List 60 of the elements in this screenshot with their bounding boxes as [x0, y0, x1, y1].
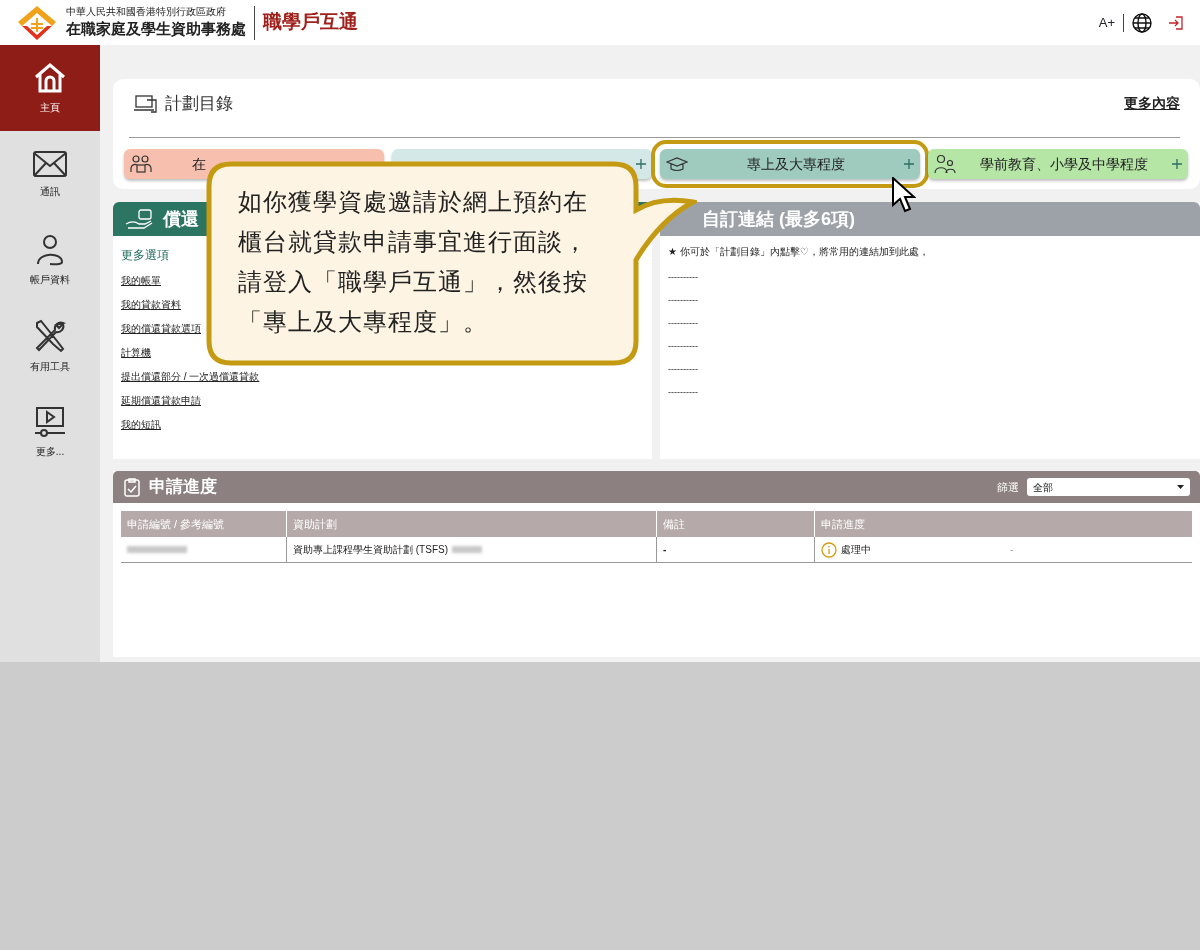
empty-link-slot: ----------	[668, 388, 1200, 397]
tools-icon	[33, 318, 67, 353]
info-icon	[821, 541, 837, 558]
section-heading: 更多選項	[121, 247, 169, 264]
status-text: 處理中	[841, 543, 871, 557]
home-icon	[33, 61, 67, 94]
section-title: 計劃目錄	[165, 93, 233, 115]
application-progress-header: 申請進度 篩選 全部	[113, 471, 1200, 503]
sidebar-item[interactable]: 帳戶資料	[0, 217, 100, 303]
plus-icon	[636, 159, 646, 169]
menu-link[interactable]: 計算機	[121, 345, 151, 360]
menu-link[interactable]: 我的償還貸款選項	[121, 321, 201, 336]
column-header: 申請編號 / 參考編號	[126, 516, 226, 532]
empty-link-slot: ----------	[668, 319, 1200, 328]
category-button[interactable]: 學前教育、小學及中學程度	[928, 149, 1188, 179]
hint-text: ★ 你可於「計劃目錄」內點擊♡，將常用的連結加到此處，	[668, 245, 930, 259]
redacted-text	[127, 546, 187, 553]
table-cell-text: 資助專上課程學生資助計劃 (TSFS)	[293, 543, 448, 557]
hand-money-icon	[125, 208, 155, 230]
sidebar-item[interactable]: 有用工具	[0, 303, 100, 389]
menu-link[interactable]: 提出償還部分 / 一次過償還貸款	[121, 369, 260, 384]
filter-dropdown[interactable]: 全部	[1027, 478, 1190, 496]
more-content-link[interactable]: 更多內容	[1124, 93, 1180, 115]
logout-icon[interactable]	[1168, 14, 1184, 31]
empty-link-slot: ----------	[668, 273, 1200, 282]
column-header: 申請進度	[814, 511, 1192, 537]
table-cell-text: -	[663, 543, 667, 557]
filter-label: 篩選	[997, 479, 1019, 495]
column-header: 備註	[656, 511, 814, 537]
menu-link[interactable]: 我的短訊	[121, 417, 161, 432]
empty-link-slot: ----------	[668, 342, 1200, 351]
portal-name: 職學戶互通	[263, 10, 358, 35]
video-icon	[33, 405, 67, 438]
graduation-cap-icon	[666, 156, 688, 172]
language-icon[interactable]	[1132, 12, 1152, 33]
clipboard-icon	[123, 477, 141, 497]
sidebar-item[interactable]: 更多...	[0, 389, 100, 475]
person-icon	[35, 233, 65, 266]
family-icon	[130, 154, 152, 174]
logo-icon	[16, 3, 58, 42]
empty-link-slot: ----------	[668, 296, 1200, 305]
menu-link[interactable]: 我的帳單	[121, 273, 161, 288]
redacted-text	[452, 546, 482, 553]
table-cell-text: -	[1010, 543, 1014, 557]
plus-icon	[1172, 159, 1182, 169]
caret-icon	[1177, 485, 1184, 489]
column-header: 資助計劃	[286, 511, 656, 537]
menu-link[interactable]: 我的貸款資料	[121, 297, 181, 312]
envelope-icon	[32, 149, 68, 178]
sidebar-item[interactable]: 通訊	[0, 131, 100, 217]
sidebar-item[interactable]: 主頁	[0, 45, 100, 131]
menu-link[interactable]: 延期償還貸款申請	[121, 393, 201, 408]
department-name: 在職家庭及學生資助事務處	[66, 21, 246, 38]
plus-icon	[904, 159, 914, 169]
custom-links-header: 自訂連結 (最多6項)	[660, 202, 1200, 236]
font-size-button[interactable]: A+	[1098, 12, 1115, 33]
laptop-icon	[133, 93, 157, 114]
children-icon	[934, 154, 956, 174]
government-name: 中華人民共和國香港特別行政區政府	[66, 7, 227, 18]
empty-link-slot: ----------	[668, 365, 1200, 374]
